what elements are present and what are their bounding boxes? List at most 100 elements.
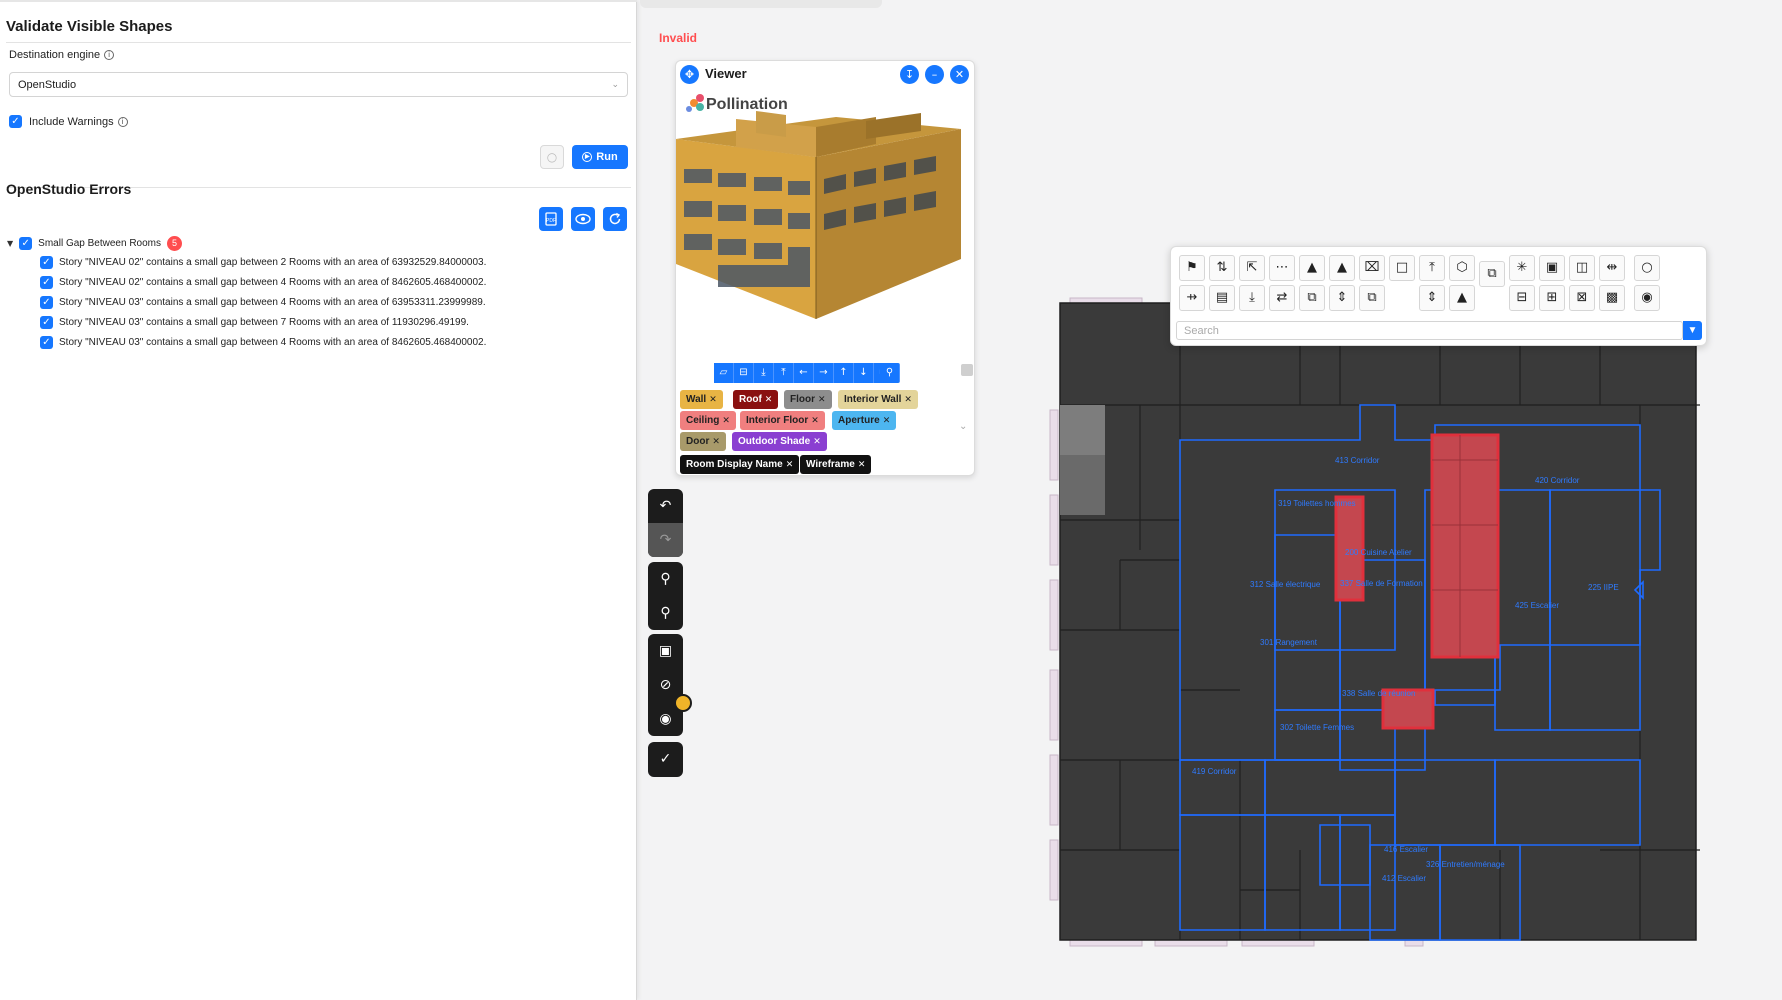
cube-icon[interactable]: ⬡: [1449, 255, 1475, 281]
error-item-checkbox[interactable]: ✓: [40, 336, 53, 349]
error-item-checkbox[interactable]: ✓: [40, 316, 53, 329]
floor-plan[interactable]: 413 Corridor 420 Corridor 319 Toilettes …: [1040, 290, 1700, 950]
view-left-icon[interactable]: ←: [794, 363, 814, 383]
pdf-icon: PDF: [545, 212, 557, 226]
remove-icon[interactable]: ✕: [709, 394, 717, 404]
undo-icon[interactable]: ↶: [648, 489, 683, 523]
section-icon[interactable]: ⊟: [734, 363, 754, 383]
error-group-row[interactable]: ▼ ✓ Small Gap Between Rooms 5: [7, 236, 182, 251]
delete-grid-icon[interactable]: ⊠: [1569, 285, 1595, 311]
perspective-icon[interactable]: ▱: [714, 363, 734, 383]
layers-icon[interactable]: ⧉: [1359, 285, 1385, 311]
frame-icon[interactable]: □: [1389, 255, 1415, 281]
check-icon[interactable]: ✓: [648, 742, 683, 776]
refresh-button[interactable]: [603, 207, 627, 231]
search-icon[interactable]: ⚲: [648, 596, 683, 630]
tag-ceiling[interactable]: Ceiling ✕: [680, 411, 736, 430]
tag-wireframe[interactable]: Wireframe ✕: [800, 455, 872, 474]
paint-icon[interactable]: ▤: [1209, 285, 1235, 311]
stop-button[interactable]: ○: [540, 145, 564, 169]
redo-icon[interactable]: ↷: [648, 523, 683, 557]
tag-floor[interactable]: Floor ✕: [784, 390, 832, 409]
grid-icon[interactable]: ⋯: [1269, 255, 1295, 281]
view-right-icon[interactable]: →: [814, 363, 834, 383]
pdf-export-button[interactable]: PDF: [539, 207, 563, 231]
view-bottom-icon[interactable]: ⤓: [754, 363, 774, 383]
tags-chevron-icon[interactable]: ⌄: [959, 421, 967, 432]
swap-icon[interactable]: ⇄: [1269, 285, 1295, 311]
wrench-icon[interactable]: ✳: [1509, 255, 1535, 281]
remove-icon[interactable]: ✕: [765, 394, 773, 404]
duplicate-icon[interactable]: ⧉: [1299, 285, 1325, 311]
tag-wall[interactable]: Wall ✕: [680, 390, 723, 409]
building-3d-view[interactable]: Pollination: [676, 89, 975, 359]
step-icon[interactable]: ⇅: [1209, 255, 1235, 281]
tag-interior-floor[interactable]: Interior Floor ✕: [740, 411, 825, 430]
table-icon[interactable]: ⊞: [1539, 285, 1565, 311]
x-box-icon[interactable]: ⌧: [1359, 255, 1385, 281]
run-button[interactable]: ▶ Run: [572, 145, 628, 169]
eye-icon[interactable]: ◉: [1634, 285, 1660, 311]
remove-icon[interactable]: ✕: [813, 436, 821, 446]
bottom-align-icon[interactable]: ⤓: [1239, 285, 1265, 311]
warnings-checkbox[interactable]: ✓: [9, 115, 22, 128]
remove-icon[interactable]: ✕: [786, 459, 794, 469]
offset-icon[interactable]: ⇱: [1239, 255, 1265, 281]
focus-icon[interactable]: ▣: [648, 634, 683, 668]
view-front-icon[interactable]: ↑: [834, 363, 854, 383]
error-item[interactable]: ✓ Story "NIVEAU 03" contains a small gap…: [40, 296, 486, 309]
view-back-icon[interactable]: ↓: [854, 363, 874, 383]
error-item[interactable]: ✓ Story "NIVEAU 03" contains a small gap…: [40, 336, 486, 349]
info-icon[interactable]: i: [104, 50, 115, 60]
circle-icon[interactable]: ○: [1634, 255, 1660, 281]
info-icon[interactable]: i: [117, 116, 128, 127]
close-button[interactable]: ✕: [950, 65, 969, 84]
tag-interior-wall[interactable]: Interior Wall ✕: [838, 390, 918, 409]
copy-icon[interactable]: ⧉: [1479, 261, 1505, 287]
select-icon[interactable]: ▩: [1599, 285, 1625, 311]
remove-icon[interactable]: ✕: [858, 459, 866, 469]
download-button[interactable]: ↧: [900, 65, 919, 84]
distribute-icon[interactable]: ⇸: [1179, 285, 1205, 311]
error-item[interactable]: ✓ Story "NIVEAU 03" contains a small gap…: [40, 316, 469, 329]
error-item-checkbox[interactable]: ✓: [40, 256, 53, 269]
minimize-button[interactable]: –: [925, 65, 944, 84]
error-item-checkbox[interactable]: ✓: [40, 276, 53, 289]
split-icon[interactable]: ⇕: [1419, 285, 1445, 311]
top-align-icon[interactable]: ⤒: [1419, 255, 1445, 281]
tag-aperture[interactable]: Aperture ✕: [832, 411, 897, 430]
resize-handle[interactable]: [961, 364, 973, 376]
engine-select[interactable]: OpenStudio ⌄: [9, 72, 628, 97]
window-icon[interactable]: ◫: [1569, 255, 1595, 281]
minus-box-icon[interactable]: ⊟: [1509, 285, 1535, 311]
zoom-in-icon[interactable]: ⚲: [648, 562, 683, 596]
show-all-button[interactable]: [571, 207, 595, 231]
merge-icon[interactable]: ⇹: [1599, 255, 1625, 281]
stack-icon[interactable]: ▲: [1449, 285, 1475, 311]
remove-icon[interactable]: ✕: [883, 415, 891, 425]
tag-outdoor-shade[interactable]: Outdoor Shade ✕: [732, 432, 827, 451]
move-icon[interactable]: ✥: [680, 65, 699, 84]
remove-icon[interactable]: ✕: [818, 394, 826, 404]
zoom-fit-icon[interactable]: ⚲: [880, 363, 900, 383]
remove-icon[interactable]: ✕: [722, 415, 730, 425]
roof-icon[interactable]: ▲: [1299, 255, 1325, 281]
tag-door[interactable]: Door ✕: [680, 432, 726, 451]
extrude-icon[interactable]: ▲: [1329, 255, 1355, 281]
error-item-checkbox[interactable]: ✓: [40, 296, 53, 309]
panel-icon[interactable]: ▣: [1539, 255, 1565, 281]
group-checkbox[interactable]: ✓: [19, 237, 33, 250]
remove-icon[interactable]: ✕: [904, 394, 912, 404]
error-item[interactable]: ✓ Story "NIVEAU 02" contains a small gap…: [40, 256, 486, 269]
view-top-icon[interactable]: ⤒: [774, 363, 794, 383]
caret-down-icon[interactable]: ▼: [7, 239, 13, 248]
remove-icon[interactable]: ✕: [712, 436, 720, 446]
error-item[interactable]: ✓ Story "NIVEAU 02" contains a small gap…: [40, 276, 486, 289]
filter-icon[interactable]: ▼: [1683, 321, 1702, 340]
label-icon[interactable]: ⚑: [1179, 255, 1205, 281]
remove-icon[interactable]: ✕: [811, 415, 819, 425]
tag-roof[interactable]: Roof ✕: [733, 390, 779, 409]
tag-room-display-name[interactable]: Room Display Name ✕: [680, 455, 800, 474]
vertical-center-icon[interactable]: ⇕: [1329, 285, 1355, 311]
toolbox-search-input[interactable]: Search: [1176, 321, 1683, 340]
